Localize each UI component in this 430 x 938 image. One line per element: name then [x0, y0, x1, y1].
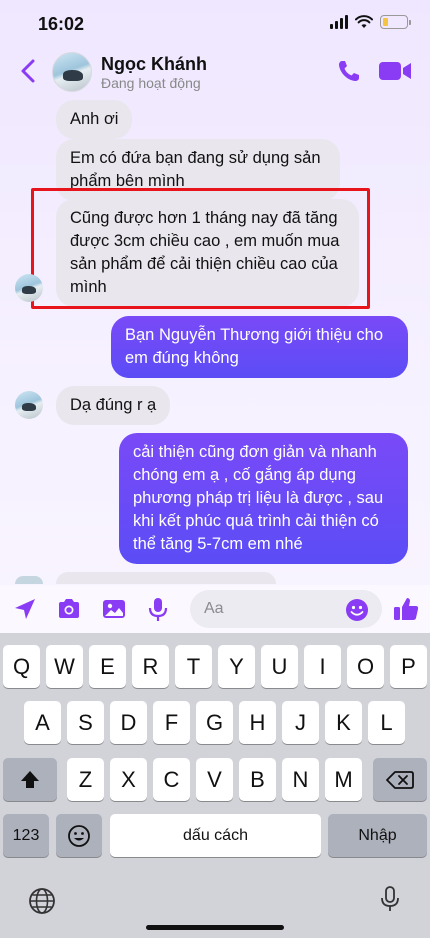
cellular-signal-icon: [330, 15, 348, 29]
status-bar: 16:02: [0, 0, 430, 46]
chat-header: Ngọc Khánh Đang hoạt động: [0, 46, 430, 98]
message-bubble-outgoing[interactable]: cải thiện cũng đơn giản và nhanh chóng e…: [119, 433, 408, 564]
key-b[interactable]: B: [239, 758, 276, 801]
key-e[interactable]: E: [89, 645, 126, 688]
highlight-frame: [31, 188, 370, 309]
dictation-icon[interactable]: [376, 885, 404, 913]
image-icon[interactable]: [101, 596, 127, 622]
chat-screen: 16:02 Ngọc Khánh Đang hoạt động Anh ơi E…: [0, 0, 430, 938]
key-d[interactable]: D: [110, 701, 147, 744]
key-l[interactable]: L: [368, 701, 405, 744]
key-m[interactable]: M: [325, 758, 362, 801]
key-s[interactable]: S: [67, 701, 104, 744]
contact-name[interactable]: Ngọc Khánh: [101, 54, 207, 75]
emoji-key[interactable]: [56, 814, 102, 857]
camera-icon[interactable]: [56, 596, 82, 622]
keyboard: Q W E R T Y U I O P A S D F G H J K L Z …: [0, 633, 430, 938]
message-bubble-incoming-partial: [56, 572, 276, 584]
globe-icon[interactable]: [28, 887, 56, 915]
backspace-key[interactable]: [373, 758, 427, 801]
space-key[interactable]: dấu cách: [110, 814, 321, 857]
contact-status: Đang hoạt động: [101, 75, 201, 91]
contact-avatar-small: [15, 391, 43, 419]
message-input[interactable]: Aa: [190, 590, 382, 628]
shift-key[interactable]: [3, 758, 57, 801]
key-c[interactable]: C: [153, 758, 190, 801]
video-camera-icon[interactable]: [378, 60, 412, 82]
key-t[interactable]: T: [175, 645, 212, 688]
key-w[interactable]: W: [46, 645, 83, 688]
numbers-key[interactable]: 123: [3, 814, 49, 857]
wifi-icon: [355, 15, 373, 28]
like-icon[interactable]: [392, 595, 420, 623]
key-j[interactable]: J: [282, 701, 319, 744]
back-chevron-icon[interactable]: [18, 58, 38, 84]
contact-avatar-small: [15, 576, 43, 584]
key-u[interactable]: U: [261, 645, 298, 688]
shift-icon: [21, 770, 39, 788]
status-icons: [330, 15, 411, 29]
key-x[interactable]: X: [110, 758, 147, 801]
emoji-icon[interactable]: [345, 598, 369, 622]
message-input-placeholder: Aa: [204, 600, 224, 617]
battery-icon: [380, 15, 411, 29]
key-g[interactable]: G: [196, 701, 233, 744]
key-h[interactable]: H: [239, 701, 276, 744]
key-y[interactable]: Y: [218, 645, 255, 688]
message-bubble-incoming[interactable]: Anh ơi: [56, 100, 133, 139]
phone-icon[interactable]: [336, 58, 362, 84]
microphone-icon[interactable]: [145, 596, 171, 622]
contact-avatar-small: [15, 274, 43, 302]
emoji-key-icon: [68, 824, 90, 847]
contact-avatar[interactable]: [52, 52, 92, 92]
key-p[interactable]: P: [390, 645, 427, 688]
return-key[interactable]: Nhập: [328, 814, 427, 857]
key-r[interactable]: R: [132, 645, 169, 688]
key-k[interactable]: K: [325, 701, 362, 744]
backspace-icon: [386, 770, 414, 789]
key-i[interactable]: I: [304, 645, 341, 688]
key-q[interactable]: Q: [3, 645, 40, 688]
key-f[interactable]: F: [153, 701, 190, 744]
key-o[interactable]: O: [347, 645, 384, 688]
status-time: 16:02: [38, 14, 85, 34]
home-indicator[interactable]: [146, 925, 284, 930]
key-z[interactable]: Z: [67, 758, 104, 801]
message-bubble-outgoing[interactable]: Bạn Nguyễn Thương giới thiệu cho em đúng…: [111, 316, 408, 378]
key-n[interactable]: N: [282, 758, 319, 801]
location-arrow-icon[interactable]: [12, 596, 38, 622]
key-v[interactable]: V: [196, 758, 233, 801]
message-bubble-incoming[interactable]: Dạ đúng r ạ: [56, 386, 171, 425]
message-composer: Aa: [0, 585, 430, 633]
key-a[interactable]: A: [24, 701, 61, 744]
